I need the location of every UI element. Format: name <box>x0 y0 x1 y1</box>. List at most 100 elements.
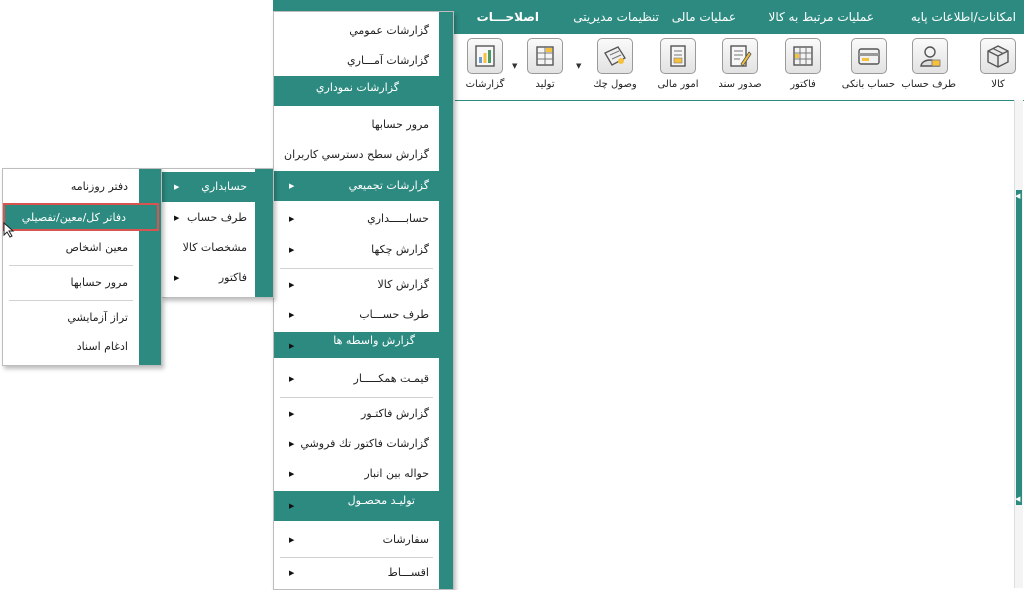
menu-item-intermediary-reports[interactable]: گزارش واسطه ها <box>274 332 453 358</box>
menu-separator <box>9 300 133 301</box>
menu-header-label: گزارشات نموداري <box>315 81 399 94</box>
toolbar-invoice-button[interactable]: فاکتور <box>777 38 829 96</box>
menu-item-label: دفتر روزنامه <box>70 180 128 193</box>
toolbar-label: صدور سند <box>718 79 762 90</box>
toolbar-issue-document-button[interactable]: صدور سند <box>714 38 766 96</box>
submenu-arrow-icon: ▶ <box>174 183 180 191</box>
scrollbar-thumb[interactable] <box>1016 190 1022 505</box>
menu-item-cheque-report[interactable]: گزارش چكها <box>274 235 453 265</box>
menu-item-account-review[interactable]: مرور حسابها <box>3 268 161 298</box>
menu-item-label: حواله بين انبار <box>364 467 429 480</box>
submenu-arrow-icon: ▶ <box>289 569 295 577</box>
menu-item-label: گزارشات تجميعي <box>348 179 429 192</box>
menu-item-general-reports[interactable]: گزارشات عمومي <box>274 16 453 46</box>
menu-item-aggregate-reports[interactable]: گزارشات تجميعي <box>274 171 453 201</box>
menu-corrections[interactable]: اصلاحـــات <box>477 0 539 34</box>
toolbar-goods-button[interactable]: کالا <box>972 38 1024 96</box>
menu-item-goods-report[interactable]: گزارش کالا <box>274 270 453 300</box>
document-pen-icon <box>730 45 752 67</box>
menu-item-invoice-report[interactable]: گزارش فاکتـور <box>274 399 453 429</box>
toolbar-cheque-receipt-button[interactable]: وصول چك <box>589 38 641 96</box>
menu-item-general-ledger[interactable]: دفاتر کل/معين/تفصيلي <box>3 203 159 231</box>
menu-item-merge-documents[interactable]: ادغام اسناد <box>3 332 161 362</box>
toolbar-label: کالا <box>991 79 1005 90</box>
toolbar-party-button[interactable]: طرف حساب <box>901 38 956 96</box>
menu-item-goods-specs[interactable]: مشخصات کالا <box>162 233 273 263</box>
box-icon <box>987 45 1009 68</box>
menu-goods-operations[interactable]: عملیات مرتبط به کالا <box>769 0 874 34</box>
finance-icon <box>670 45 686 67</box>
reports-menu: گزارشات عمومي گزارشات آمـــاري گزارشات ن… <box>273 11 454 590</box>
vertical-scrollbar[interactable]: ◀ ◀ <box>1014 100 1023 588</box>
menu-item-label: گزارشات فاکتور تك فروشي <box>300 437 429 450</box>
menu-item-label: توليـد محصـول <box>347 494 415 507</box>
menu-item-label: دفاتر کل/معين/تفصيلي <box>21 211 126 224</box>
reports-dropdown-arrow-icon[interactable]: ▼ <box>512 62 517 70</box>
toolbar-production-button[interactable]: تولید <box>519 38 571 96</box>
menu-item-label: مرور حسابها <box>371 118 429 131</box>
toolbar-bank-account-button[interactable]: حساب بانکی <box>841 38 895 96</box>
submenu-arrow-icon: ▶ <box>289 375 295 383</box>
submenu-arrow-icon: ▶ <box>289 470 295 478</box>
menu-item-single-sale-invoice-reports[interactable]: گزارشات فاکتور تك فروشي <box>274 429 453 459</box>
menu-item-label: سفارشات <box>382 533 429 546</box>
production-dropdown-arrow-icon[interactable]: ▼ <box>576 62 581 70</box>
person-icon <box>920 46 941 67</box>
menu-item-warehouse-transfer[interactable]: حواله بين انبار <box>274 459 453 489</box>
menu-item-account-review[interactable]: مرور حسابها <box>274 110 453 140</box>
menu-separator <box>9 265 133 266</box>
submenu-arrow-icon: ▶ <box>289 410 295 418</box>
menu-item-partner-price[interactable]: قيمـت همکـــــار <box>274 364 453 394</box>
submenu-arrow-icon: ▶ <box>289 215 295 223</box>
submenu-arrow-icon: ▶ <box>174 214 180 222</box>
menu-item-label: اقســـاط <box>387 566 429 579</box>
toolbar-label: گزارشات <box>465 79 505 90</box>
toolbar: کالا طرف حساب حساب بانکی فاکتور صدور سند… <box>455 34 1024 100</box>
toolbar-reports-button[interactable]: گزارشات <box>459 38 511 96</box>
menu-header-chart-reports[interactable]: گزارشات نموداري <box>274 76 453 106</box>
menu-item-label: گزارشات عمومي <box>349 24 429 37</box>
aggregate-reports-submenu: حسابداري ▶ طرف حساب ▶ مشخصات کالا فاکتور… <box>161 168 274 298</box>
cheque-icon <box>604 46 626 66</box>
submenu-arrow-icon: ▶ <box>289 342 295 350</box>
scroll-down-arrow-icon[interactable]: ◀ <box>1015 495 1020 503</box>
menu-item-label: قيمـت همکـــــار <box>353 372 429 385</box>
menu-item-statistical-reports[interactable]: گزارشات آمـــاري <box>274 46 453 76</box>
toolbar-label: حساب بانکی <box>841 79 895 90</box>
production-icon <box>536 46 554 66</box>
mouse-cursor-icon <box>3 222 15 238</box>
menu-item-product-production[interactable]: توليـد محصـول <box>274 491 453 521</box>
menu-item-label: تراز آزمايشي <box>67 311 128 324</box>
menu-separator <box>280 268 433 269</box>
submenu-arrow-icon: ▶ <box>174 274 180 282</box>
menu-item-journal[interactable]: دفتر روزنامه <box>3 172 161 202</box>
submenu-arrow-icon: ▶ <box>289 536 295 544</box>
menu-item-installments[interactable]: اقســـاط <box>274 558 453 588</box>
menu-item-label: گزارش واسطه ها <box>333 334 415 347</box>
menu-item-orders[interactable]: سفارشات <box>274 525 453 555</box>
toolbar-label: فاکتور <box>790 79 816 90</box>
menu-basic-info[interactable]: امکانات/اطلاعات پایه <box>911 0 1016 34</box>
menu-item-party[interactable]: طرف حســـاب <box>274 300 453 330</box>
submenu-arrow-icon: ▶ <box>289 182 295 190</box>
menu-item-label: ادغام اسناد <box>76 340 128 353</box>
menu-item-label: مشخصات کالا <box>182 241 247 254</box>
menu-item-label: مرور حسابها <box>70 276 128 289</box>
toolbar-financial-affairs-button[interactable]: امور مالی <box>652 38 704 96</box>
menu-item-label: طرف حســـاب <box>359 308 429 321</box>
menu-item-label: حسابداري <box>201 180 247 193</box>
menu-item-user-access-report[interactable]: گزارش سطح دسترسي کاربران <box>274 140 453 170</box>
menu-financial-operations[interactable]: عملیات مالی <box>672 0 736 34</box>
menu-management-settings[interactable]: تنظیمات مدیریتی <box>573 0 659 34</box>
menu-separator <box>280 397 433 398</box>
menu-item-trial-balance[interactable]: تراز آزمايشي <box>3 303 161 333</box>
bank-card-icon <box>858 48 880 65</box>
scroll-up-arrow-icon[interactable]: ◀ <box>1015 192 1020 200</box>
submenu-arrow-icon: ▶ <box>289 440 295 448</box>
submenu-arrow-icon: ▶ <box>289 502 295 510</box>
menu-item-persons-ledger[interactable]: معين اشخاص <box>3 233 161 263</box>
menu-item-label: گزارشات آمـــاري <box>347 54 429 67</box>
menu-item-accounting[interactable]: حسابـــــداري <box>274 204 453 234</box>
menu-item-label: معين اشخاص <box>65 241 128 254</box>
toolbar-divider <box>455 100 1024 101</box>
